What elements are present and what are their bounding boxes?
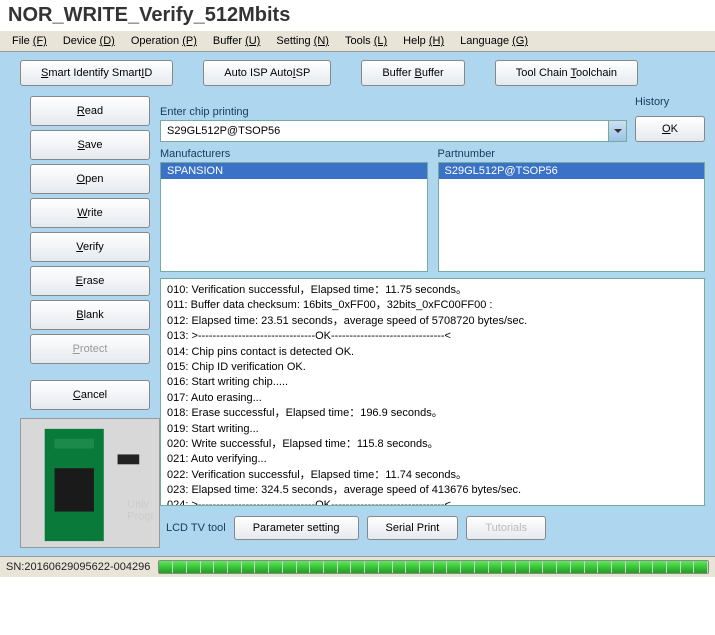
buffer-button[interactable]: Buffer Buffer xyxy=(361,60,464,86)
window-title: NOR_WRITE_Verify_512Mbits xyxy=(0,0,715,31)
serial-print-button[interactable]: Serial Print xyxy=(367,516,459,540)
device-image: Univ Progr xyxy=(20,418,160,548)
chip-printing-label: Enter chip printing xyxy=(160,106,627,118)
autoisp-button[interactable]: Auto ISP AutoISP xyxy=(203,60,331,86)
chip-printing-input[interactable] xyxy=(160,120,609,142)
cancel-button[interactable]: Cancel xyxy=(30,380,150,410)
main-area: SSmart Identify SmartIDmart Identify Sma… xyxy=(0,52,715,556)
partnumber-label: Partnumber xyxy=(438,148,706,160)
chip-dropdown-icon[interactable] xyxy=(609,120,627,142)
blank-button[interactable]: Blank xyxy=(30,300,150,330)
side-buttons: Read Save Open Write Verify Erase Blank … xyxy=(10,96,150,548)
log-line: 019: Start writing... xyxy=(167,422,698,437)
list-item[interactable]: S29GL512P@TSOP56 xyxy=(439,163,705,179)
parameter-setting-button[interactable]: Parameter setting xyxy=(234,516,359,540)
progress-bar xyxy=(158,560,709,574)
log-line: 018: Erase successful，Elapsed time：196.9… xyxy=(167,406,698,421)
manufacturers-list[interactable]: SPANSION xyxy=(160,162,428,272)
log-line: 017: Auto erasing... xyxy=(167,391,698,406)
log-line: 011: Buffer data checksum: 16bits_0xFF00… xyxy=(167,298,698,313)
smartid-button[interactable]: SSmart Identify SmartIDmart Identify Sma… xyxy=(20,60,173,86)
menu-help[interactable]: Help (H) xyxy=(403,35,444,47)
write-button[interactable]: Write xyxy=(30,198,150,228)
log-line: 020: Write successful，Elapsed time：115.8… xyxy=(167,437,698,452)
log-line: 012: Elapsed time: 23.51 seconds，average… xyxy=(167,314,698,329)
log-line: 014: Chip pins contact is detected OK. xyxy=(167,345,698,360)
ok-button[interactable]: OK xyxy=(635,116,705,142)
open-button[interactable]: Open xyxy=(30,164,150,194)
lcd-tv-tool-label: LCD TV tool xyxy=(160,522,226,534)
erase-button[interactable]: Erase xyxy=(30,266,150,296)
top-buttons: SSmart Identify SmartIDmart Identify Sma… xyxy=(10,60,705,90)
menu-file[interactable]: File (F) xyxy=(12,35,47,47)
save-button[interactable]: Save xyxy=(30,130,150,160)
log-output[interactable]: 010: Verification successful，Elapsed tim… xyxy=(160,278,705,506)
svg-text:Progr: Progr xyxy=(127,510,154,522)
verify-button[interactable]: Verify xyxy=(30,232,150,262)
menu-device[interactable]: Device (D) xyxy=(63,35,115,47)
log-line: 024: >--------------------------------OK… xyxy=(167,498,698,506)
tutorials-button: Tutorials xyxy=(466,516,546,540)
protect-button: Protect xyxy=(30,334,150,364)
log-line: 021: Auto verifying... xyxy=(167,452,698,467)
menu-setting[interactable]: Setting (N) xyxy=(276,35,329,47)
manufacturers-label: Manufacturers xyxy=(160,148,428,160)
log-line: 015: Chip ID verification OK. xyxy=(167,360,698,375)
log-line: 022: Verification successful，Elapsed tim… xyxy=(167,468,698,483)
partnumber-list[interactable]: S29GL512P@TSOP56 xyxy=(438,162,706,272)
menu-bar: File (F) Device (D) Operation (P) Buffer… xyxy=(0,31,715,52)
menu-operation[interactable]: Operation (P) xyxy=(131,35,197,47)
read-button[interactable]: Read xyxy=(30,96,150,126)
log-line: 023: Elapsed time: 324.5 seconds，average… xyxy=(167,483,698,498)
toolchain-button[interactable]: Tool Chain Toolchain xyxy=(495,60,638,86)
list-item[interactable]: SPANSION xyxy=(161,163,427,179)
log-line: 013: >--------------------------------OK… xyxy=(167,329,698,344)
status-bar: SN:20160629095622-004296 xyxy=(0,556,715,577)
svg-text:Univ: Univ xyxy=(127,499,149,511)
menu-buffer[interactable]: Buffer (U) xyxy=(213,35,261,47)
menu-tools[interactable]: Tools (L) xyxy=(345,35,387,47)
history-label: History xyxy=(635,96,705,108)
menu-language[interactable]: Language (G) xyxy=(460,35,528,47)
serial-number: SN:20160629095622-004296 xyxy=(6,561,158,573)
log-line: 016: Start writing chip..... xyxy=(167,375,698,390)
log-line: 010: Verification successful，Elapsed tim… xyxy=(167,283,698,298)
